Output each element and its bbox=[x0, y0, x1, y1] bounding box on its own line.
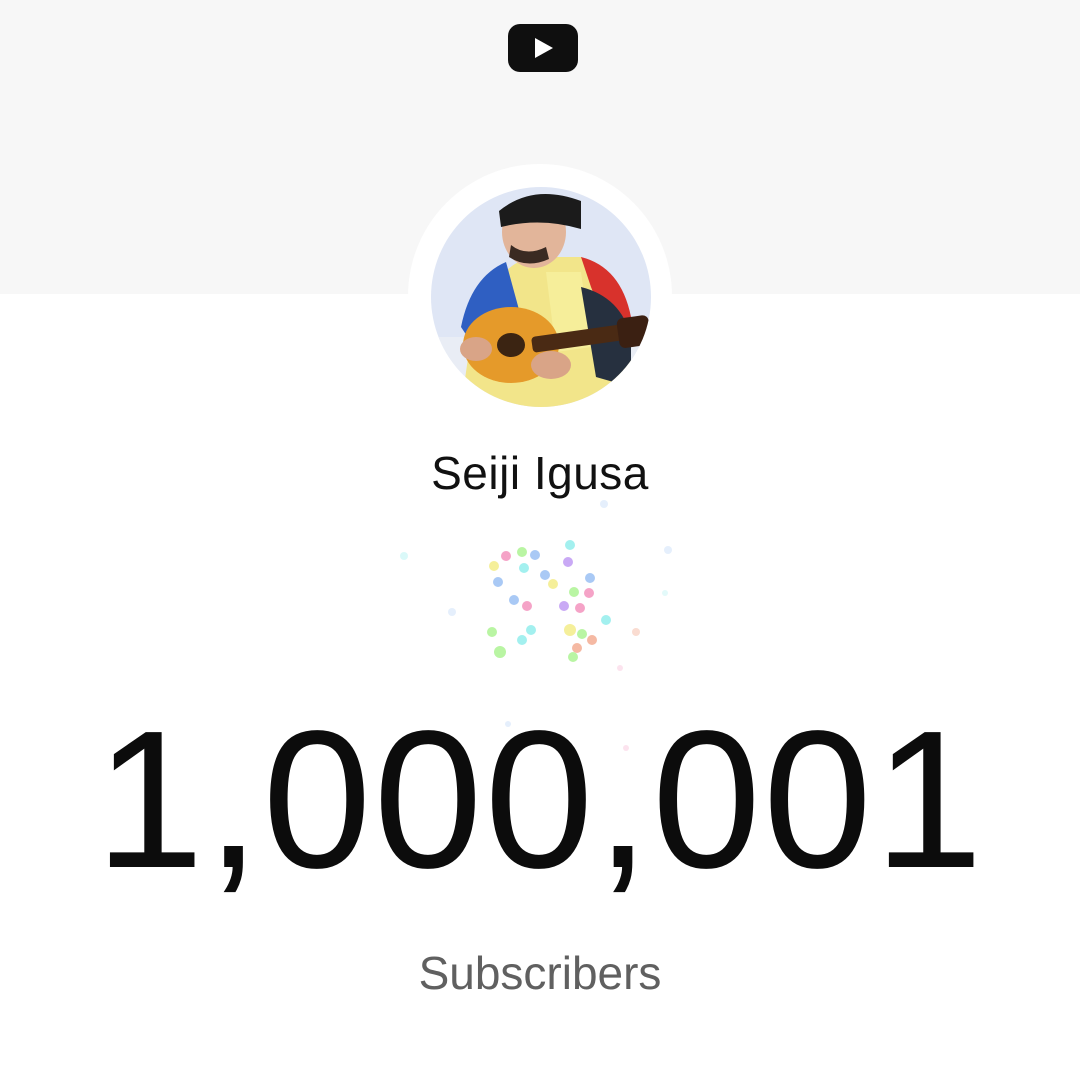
channel-name: Seiji Igusa bbox=[431, 447, 649, 499]
subscriber-count: 1,000,001 bbox=[95, 690, 985, 909]
youtube-play-icon bbox=[508, 24, 578, 72]
channel-avatar bbox=[431, 187, 651, 407]
subscribers-label: Subscribers bbox=[418, 947, 662, 999]
